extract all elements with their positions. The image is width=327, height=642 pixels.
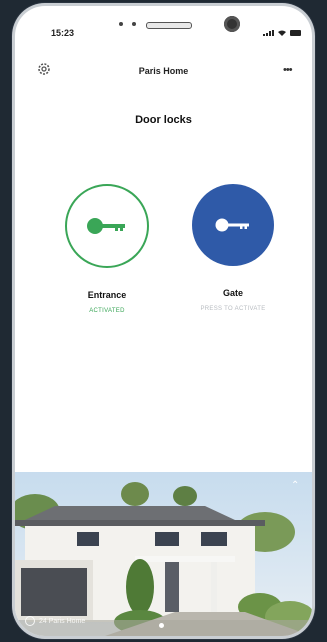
- signal-icon: [263, 30, 274, 36]
- earpiece-speaker: [146, 22, 192, 29]
- house-photo-image: [15, 472, 312, 636]
- lock-name: Gate: [222, 288, 243, 298]
- clock-icon: [25, 616, 35, 626]
- lock-status: ACTIVATED: [89, 308, 125, 314]
- front-camera: [224, 16, 240, 32]
- status-bar: 15:23: [15, 6, 312, 46]
- lock-name: Entrance: [87, 290, 127, 300]
- entrance-lock-button[interactable]: [65, 184, 149, 268]
- lock-gate[interactable]: Gate PRESS TO ACTIVATE: [191, 184, 275, 312]
- carousel-dot[interactable]: [159, 623, 164, 628]
- top-bar: Paris Home •••: [15, 58, 312, 82]
- gate-lock-button[interactable]: [192, 184, 274, 266]
- home-photo[interactable]: ⌃ 24 Paris Home: [15, 472, 312, 636]
- home-title[interactable]: Paris Home: [15, 66, 312, 76]
- chevron-up-icon[interactable]: ⌃: [291, 480, 299, 491]
- notch-sensors: [119, 22, 136, 26]
- key-icon: [215, 218, 249, 232]
- sensor-dot: [132, 22, 136, 26]
- photo-caption-text: 24 Paris Home: [39, 617, 86, 625]
- phone-frame: 15:23 Paris Home ••• Door locks Entrance…: [15, 6, 312, 636]
- system-icons: [263, 30, 301, 36]
- photo-caption: 24 Paris Home: [25, 616, 85, 626]
- key-icon: [87, 218, 125, 234]
- lock-status: PRESS TO ACTIVATE: [200, 306, 266, 312]
- status-time: 15:23: [51, 28, 75, 38]
- page-title: Door locks: [135, 114, 192, 126]
- sensor-dot: [119, 22, 123, 26]
- battery-icon: [290, 30, 301, 36]
- lock-entrance[interactable]: Entrance ACTIVATED: [65, 184, 149, 314]
- more-options-icon[interactable]: •••: [283, 64, 293, 76]
- wifi-icon: [278, 30, 286, 36]
